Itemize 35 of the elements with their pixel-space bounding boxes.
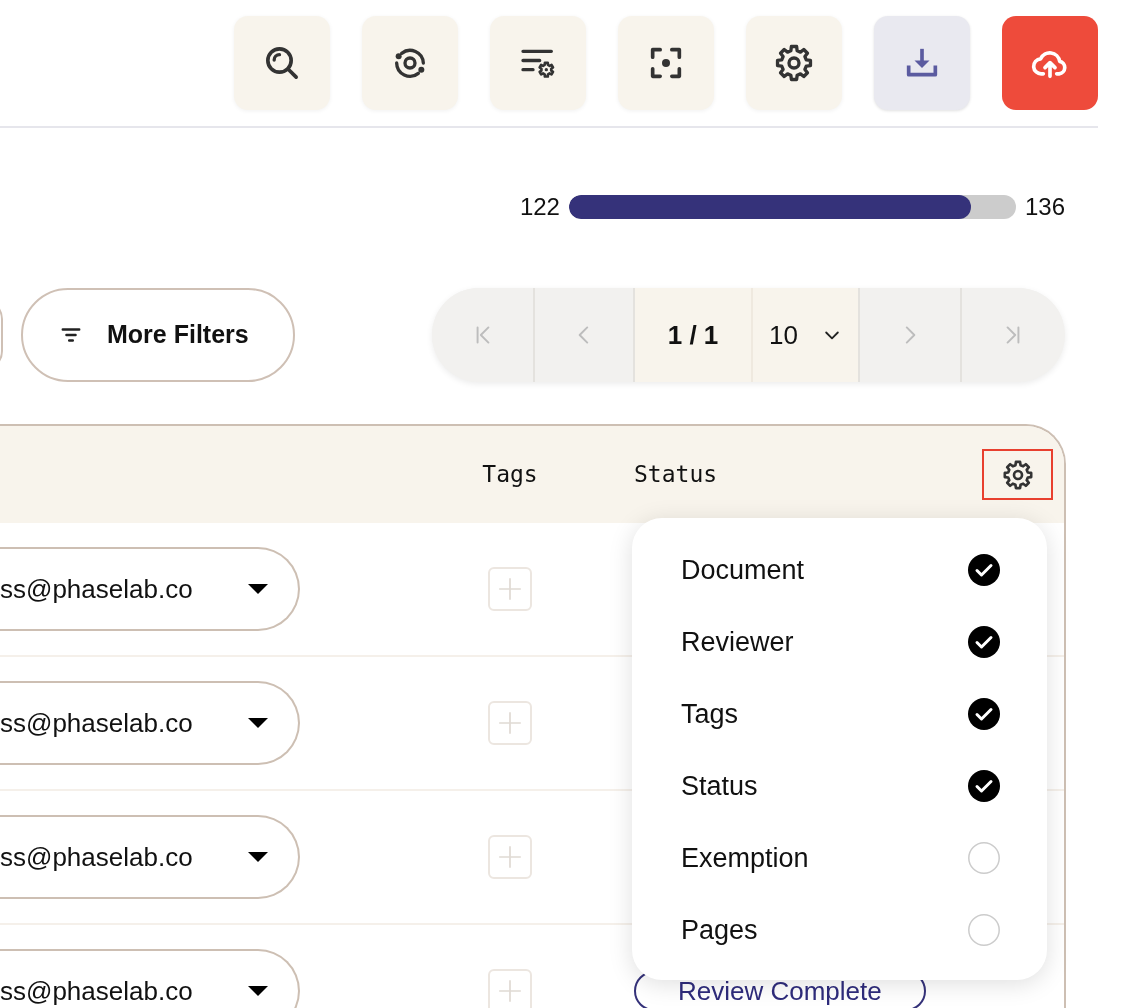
settings-icon bbox=[774, 43, 814, 83]
caret-down-icon bbox=[248, 852, 268, 862]
menu-item[interactable]: Tags bbox=[632, 678, 1047, 750]
focus-button[interactable] bbox=[618, 16, 714, 110]
caret-down-icon bbox=[248, 718, 268, 728]
column-header: Tags bbox=[482, 460, 538, 490]
menu-item[interactable]: Pages bbox=[632, 894, 1047, 966]
plus-icon bbox=[497, 710, 523, 736]
page-indicator: 1 / 1 bbox=[635, 288, 753, 382]
reviewer-select[interactable]: ss@phaselab.co bbox=[0, 815, 300, 899]
page-size-select[interactable]: 10 bbox=[753, 288, 860, 382]
list-settings-button[interactable] bbox=[490, 16, 586, 110]
download-button[interactable] bbox=[874, 16, 970, 110]
orbit-button[interactable] bbox=[362, 16, 458, 110]
caret-down-icon bbox=[248, 986, 268, 996]
more-filters-button[interactable]: More Filters bbox=[21, 288, 295, 382]
reviewer-select[interactable]: ss@phaselab.co bbox=[0, 547, 300, 631]
progress-end-label: 136 bbox=[1024, 195, 1065, 219]
menu-item[interactable]: Reviewer bbox=[632, 606, 1047, 678]
caret-down-icon bbox=[248, 584, 268, 594]
settings-icon bbox=[1001, 458, 1034, 491]
reviewer-select[interactable]: ss@phaselab.co bbox=[0, 949, 300, 1008]
plus-icon bbox=[497, 576, 523, 602]
plus-icon bbox=[497, 844, 523, 870]
menu-item[interactable]: Status bbox=[632, 750, 1047, 822]
search-button[interactable] bbox=[234, 16, 330, 110]
column-header: Status bbox=[634, 460, 718, 490]
plus-icon bbox=[497, 978, 523, 1004]
reviewer-select[interactable]: ss@phaselab.co bbox=[0, 681, 300, 765]
upload-button[interactable] bbox=[1002, 16, 1098, 110]
menu-item[interactable]: Exemption bbox=[632, 822, 1047, 894]
menu-item[interactable]: Document bbox=[632, 534, 1047, 606]
settings-button[interactable] bbox=[746, 16, 842, 110]
progress-start-label: 122 bbox=[519, 195, 560, 219]
column-settings-button[interactable] bbox=[982, 449, 1053, 500]
